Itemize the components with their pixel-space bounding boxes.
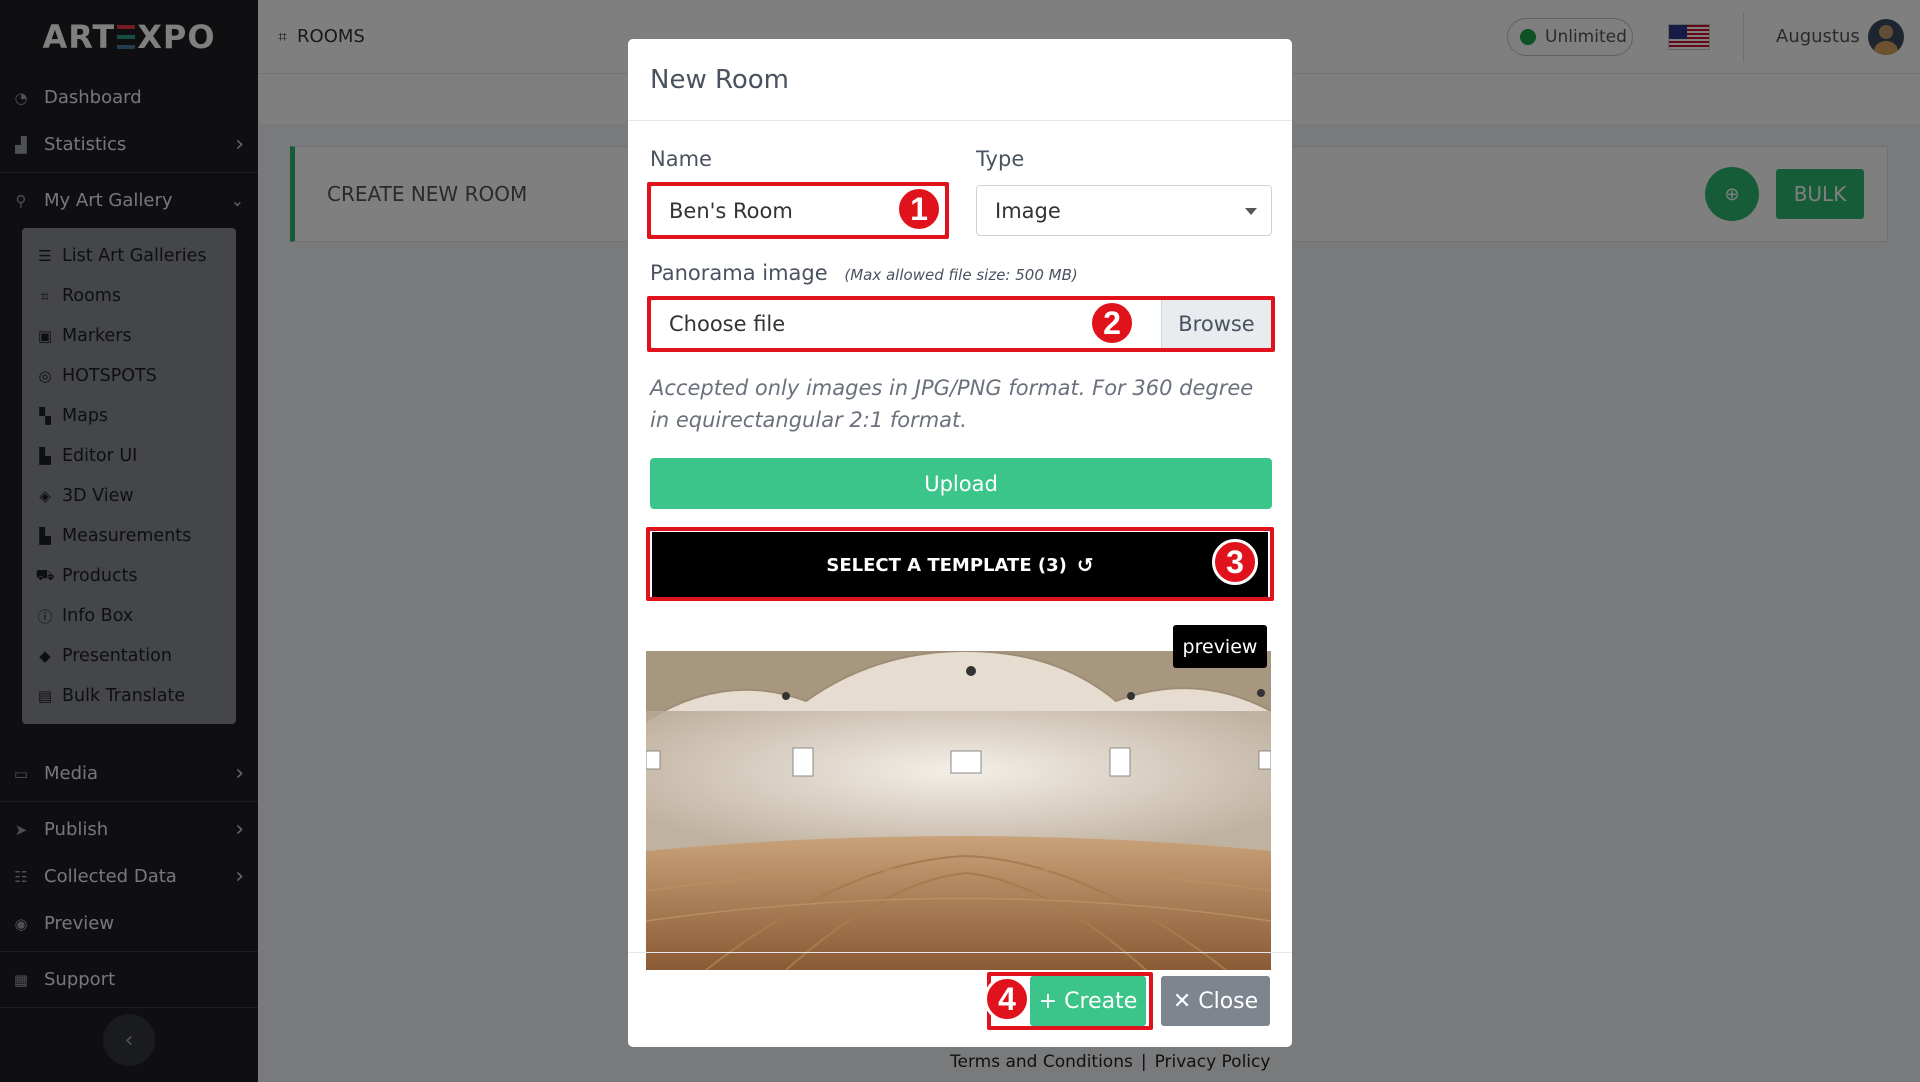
file-format-hint: Accepted only images in JPG/PNG format. … [650,376,1254,432]
panorama-drawing [646,651,1271,970]
max-size-note: (Max allowed file size: 500 MB) [844,266,1078,284]
preview-button[interactable]: preview [1173,625,1267,668]
type-label: Type [976,147,1025,171]
highlight-box-3 [646,527,1274,601]
modal-footer [628,952,1292,953]
type-select-value: Image [995,198,1061,223]
panorama-label-text: Panorama image [650,261,828,285]
step-badge-4: 4 [984,976,1030,1022]
step-badge-3: 3 [1212,539,1258,585]
panorama-label: Panorama image (Max allowed file size: 5… [650,261,1078,285]
new-room-modal: New Room Name Type Ben's Room 1 Image Pa… [628,39,1292,1047]
caret-down-icon [1245,208,1257,215]
panorama-preview-image [646,651,1271,970]
close-button[interactable]: ✕ Close [1161,976,1270,1026]
step-badge-1: 1 [896,186,942,232]
modal-title: New Room [628,39,1292,121]
type-select[interactable]: Image [976,185,1272,236]
step-badge-2: 2 [1089,300,1135,346]
upload-button[interactable]: Upload [650,458,1272,509]
highlight-box-2 [647,296,1275,352]
name-label: Name [650,147,712,171]
